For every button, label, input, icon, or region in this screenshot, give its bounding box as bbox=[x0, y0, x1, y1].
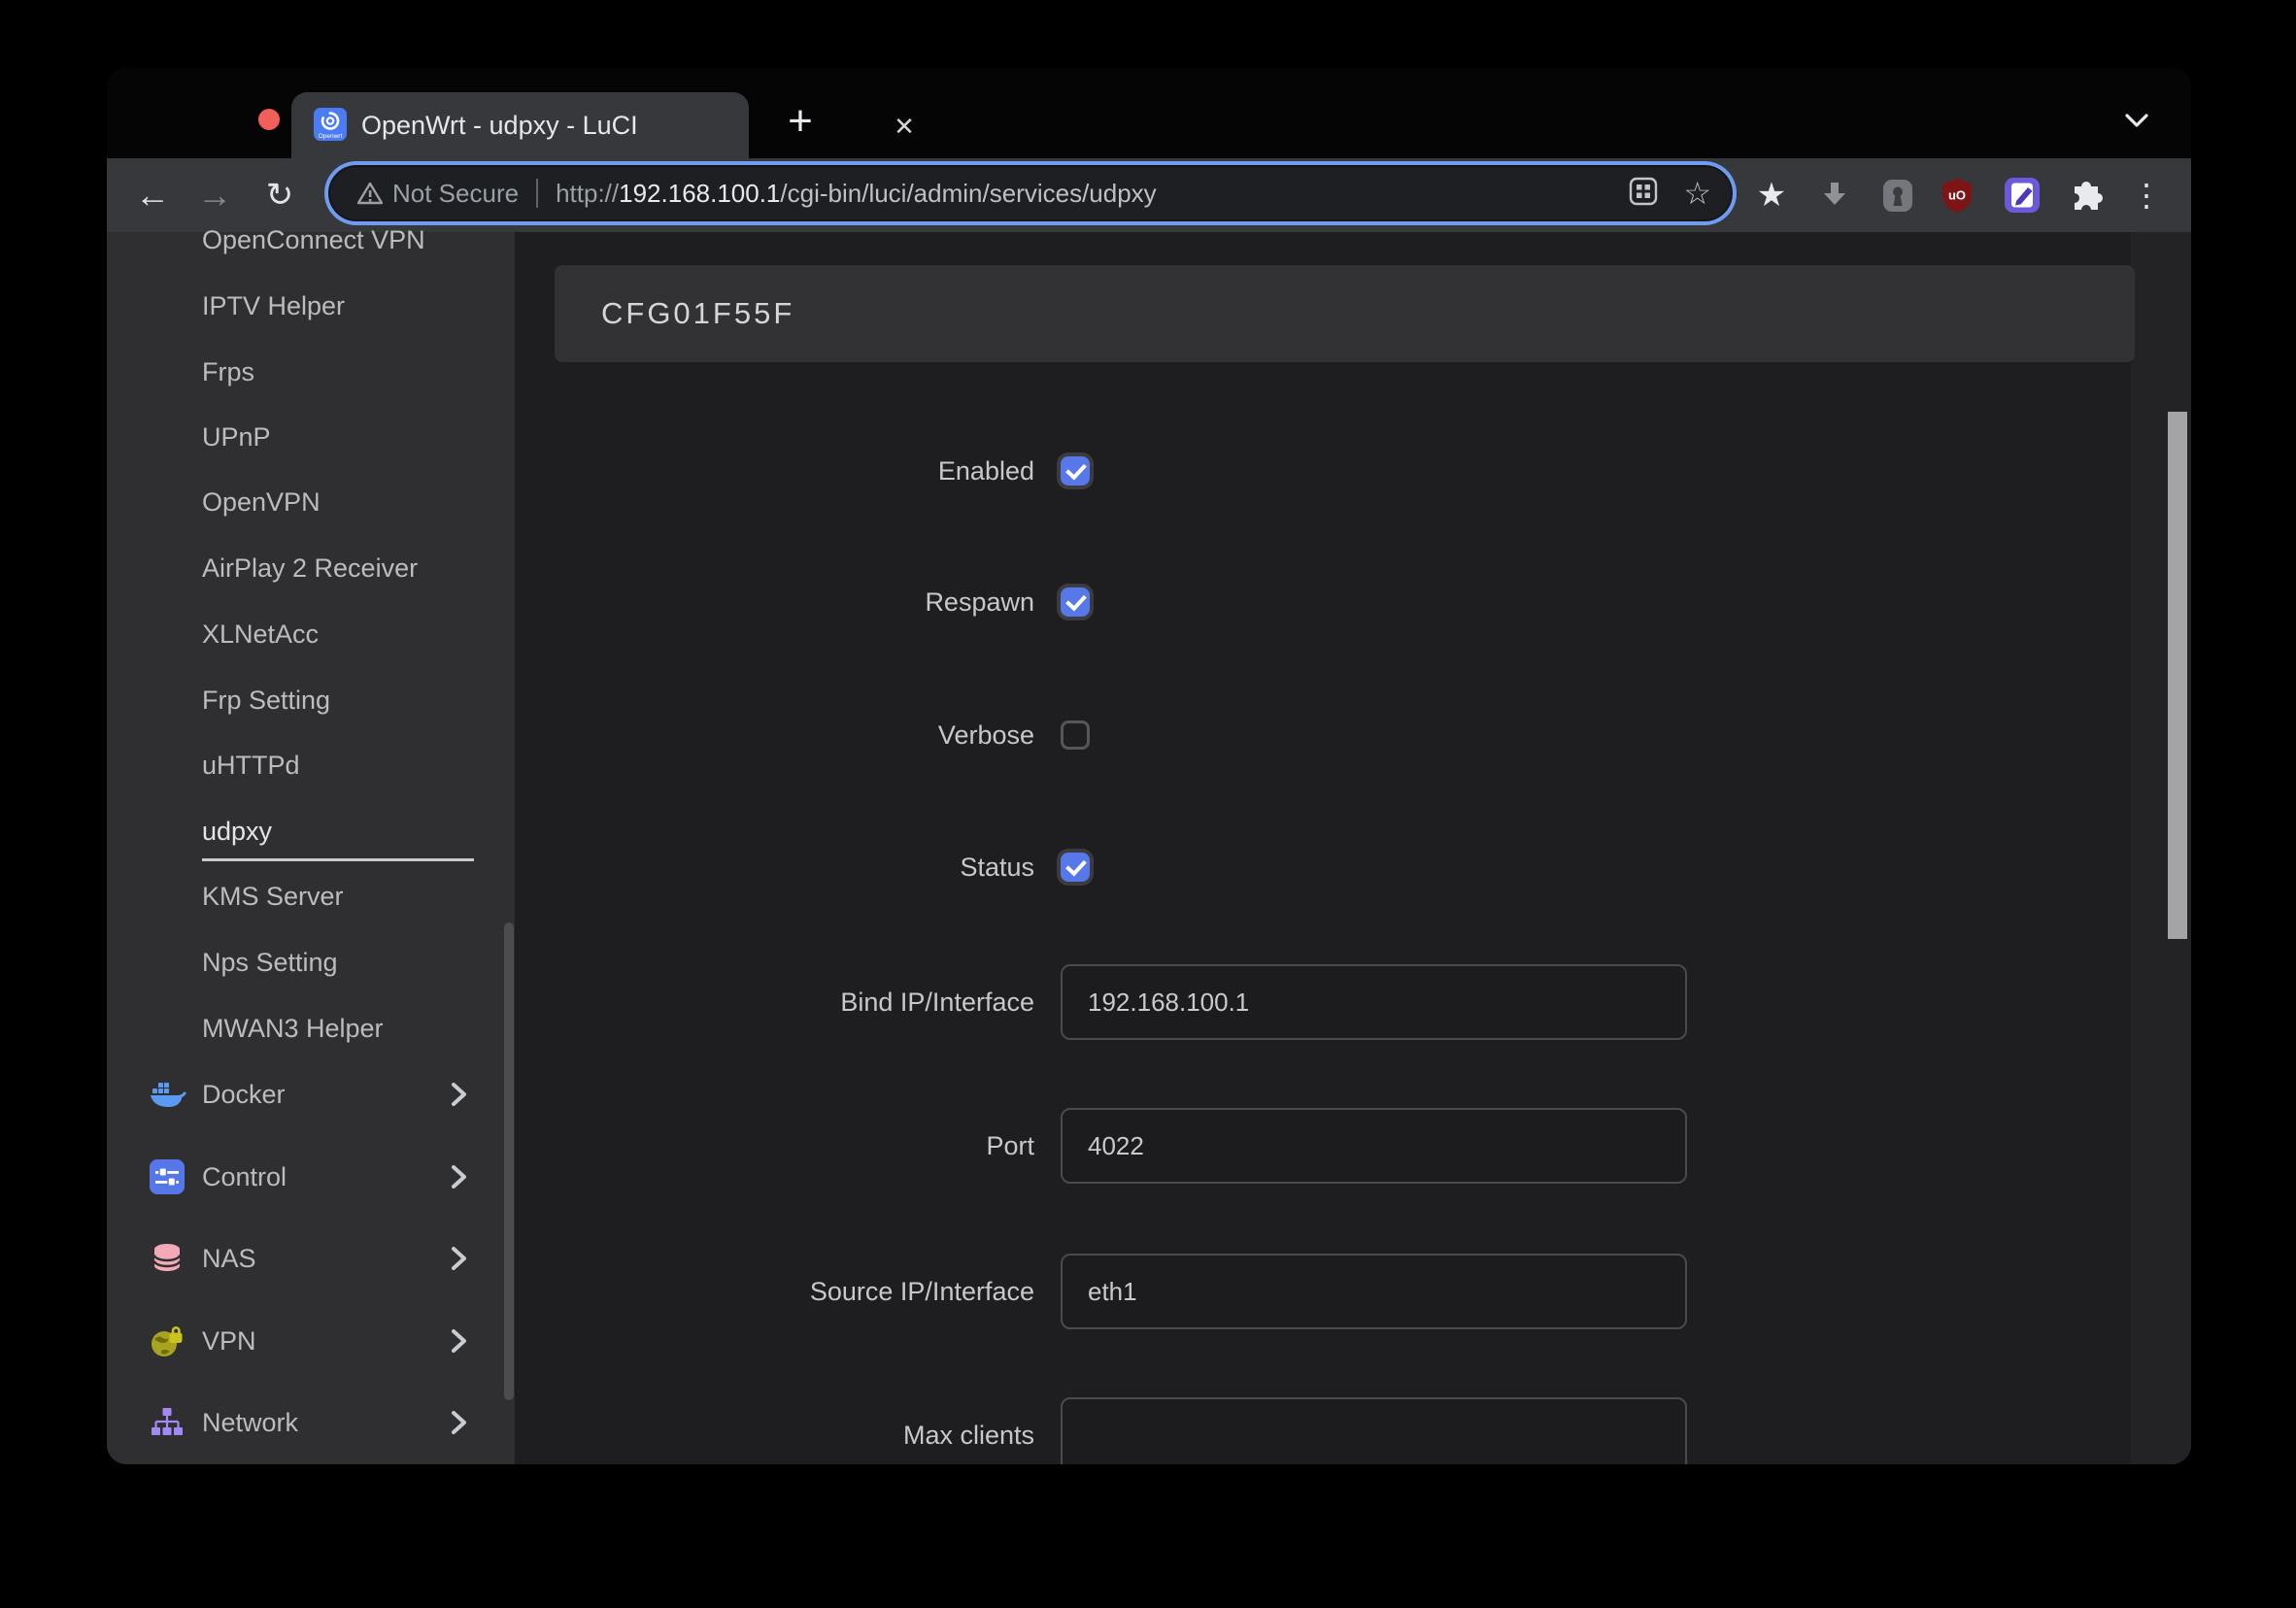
bookmark-star-icon[interactable]: ★ bbox=[1750, 174, 1793, 217]
status-label: Status bbox=[960, 853, 1034, 882]
docker-icon bbox=[150, 1077, 186, 1112]
forward-button[interactable]: → bbox=[193, 174, 236, 217]
field-row-enabled: Enabled bbox=[515, 432, 2191, 510]
address-bar[interactable]: Not Secure http://192.168.100.1/cgi-bin/… bbox=[328, 165, 1733, 221]
chevron-right-icon bbox=[449, 1244, 470, 1273]
chevron-right-icon bbox=[449, 1326, 470, 1356]
respawn-label: Respawn bbox=[925, 587, 1034, 617]
not-secure-warning-icon bbox=[356, 182, 384, 210]
tab-close-icon[interactable]: ✕ bbox=[887, 109, 922, 144]
active-item-underline bbox=[202, 858, 474, 861]
chevron-right-icon bbox=[449, 1080, 470, 1109]
menu-dots-icon[interactable]: ⋮ bbox=[2125, 174, 2168, 217]
field-row-port: Port bbox=[515, 1107, 2191, 1185]
status-checkbox[interactable] bbox=[1061, 853, 1090, 882]
field-row-source-ip: Source IP/Interface bbox=[515, 1253, 2191, 1330]
verbose-checkbox[interactable] bbox=[1061, 720, 1090, 750]
sidebar-item-udpxy[interactable]: udpxy bbox=[107, 808, 515, 861]
tab-strip: Openwrt OpenWrt - udpxy - LuCI ✕ + bbox=[107, 68, 2191, 158]
url-path: /cgi-bin/luci/admin/services/udpxy bbox=[780, 178, 1157, 208]
password-keyhole-icon[interactable] bbox=[1876, 174, 1919, 217]
sidebar-item-openconnect-vpn[interactable]: OpenConnect VPN bbox=[107, 217, 515, 263]
field-row-respawn: Respawn bbox=[515, 563, 2191, 641]
sidebar-item-nas[interactable]: NAS bbox=[107, 1235, 515, 1282]
enabled-checkbox[interactable] bbox=[1061, 456, 1090, 486]
max-clients-label: Max clients bbox=[902, 1421, 1034, 1450]
url-scheme: http:// bbox=[556, 178, 620, 208]
sidebar-item-mwan3-helper[interactable]: MWAN3 Helper bbox=[107, 1005, 515, 1052]
ublock-shield-icon[interactable]: uO bbox=[1936, 174, 1978, 217]
sidebar-item-openvpn[interactable]: OpenVPN bbox=[107, 479, 515, 525]
reload-button[interactable]: ↻ bbox=[258, 174, 301, 217]
close-window-button[interactable] bbox=[258, 109, 280, 130]
chevron-right-icon bbox=[449, 1408, 470, 1437]
sidebar-item-frps[interactable]: Frps bbox=[107, 349, 515, 395]
openwrt-favicon-icon: Openwrt bbox=[314, 108, 347, 141]
sidebar-item-frp-setting[interactable]: Frp Setting bbox=[107, 677, 515, 723]
main-panel: CFG01F55F Enabled Respawn Verbose Status… bbox=[515, 232, 2191, 1464]
enabled-label: Enabled bbox=[937, 456, 1034, 486]
tab-grid-icon[interactable] bbox=[1629, 177, 1658, 211]
field-row-status: Status bbox=[515, 828, 2191, 906]
field-row-verbose: Verbose bbox=[515, 696, 2191, 774]
vpn-icon bbox=[150, 1323, 186, 1358]
sidebar-item-docker[interactable]: Docker bbox=[107, 1071, 515, 1118]
url-host: 192.168.100.1 bbox=[619, 178, 781, 208]
field-row-bind-ip: Bind IP/Interface bbox=[515, 963, 2191, 1041]
port-input[interactable] bbox=[1061, 1108, 1687, 1184]
sidebar-item-vpn[interactable]: VPN bbox=[107, 1318, 515, 1364]
url-divider bbox=[536, 179, 539, 208]
port-label: Port bbox=[986, 1131, 1034, 1160]
sidebar-item-iptv-helper[interactable]: IPTV Helper bbox=[107, 283, 515, 329]
browser-tab[interactable]: Openwrt OpenWrt - udpxy - LuCI ✕ bbox=[291, 92, 915, 158]
sidebar-item-uhttpd[interactable]: uHTTPd bbox=[107, 742, 515, 788]
nas-icon bbox=[150, 1241, 186, 1276]
download-arrow-icon[interactable] bbox=[1813, 174, 1856, 217]
url-text[interactable]: http://192.168.100.1/cgi-bin/luci/admin/… bbox=[556, 179, 1157, 209]
sidebar-item-control[interactable]: Control bbox=[107, 1154, 515, 1200]
back-button[interactable]: ← bbox=[131, 174, 174, 217]
edit-extension-icon[interactable] bbox=[2001, 174, 2043, 217]
bookmark-this-tab-icon[interactable]: ☆ bbox=[1683, 178, 1711, 209]
page-content: OpenConnect VPN IPTV Helper Frps UPnP Op… bbox=[107, 225, 2191, 1464]
not-secure-label[interactable]: Not Secure bbox=[392, 179, 519, 209]
source-ip-input[interactable] bbox=[1061, 1254, 1687, 1329]
network-icon bbox=[150, 1405, 186, 1440]
tab-title: OpenWrt - udpxy - LuCI bbox=[361, 111, 638, 140]
svg-text:Openwrt: Openwrt bbox=[319, 133, 343, 140]
sidebar-scrollbar-thumb[interactable] bbox=[504, 922, 514, 1400]
config-section-title: CFG01F55F bbox=[601, 296, 795, 330]
new-tab-button[interactable]: + bbox=[779, 100, 822, 145]
chevron-right-icon bbox=[449, 1162, 470, 1191]
sidebar-item-xlnetacc[interactable]: XLNetAcc bbox=[107, 611, 515, 657]
svg-text:uO: uO bbox=[1948, 188, 1966, 203]
field-row-max-clients: Max clients bbox=[515, 1396, 2191, 1464]
sidebar-item-network[interactable]: Network bbox=[107, 1399, 515, 1446]
sidebar-item-airplay-2-receiver[interactable]: AirPlay 2 Receiver bbox=[107, 545, 515, 591]
bind-ip-input[interactable] bbox=[1061, 964, 1687, 1040]
control-icon bbox=[150, 1159, 186, 1194]
sidebar-item-upnp[interactable]: UPnP bbox=[107, 414, 515, 460]
max-clients-input[interactable] bbox=[1061, 1397, 1687, 1464]
respawn-checkbox[interactable] bbox=[1061, 587, 1090, 617]
tab-search-chevron-icon[interactable] bbox=[2123, 109, 2150, 132]
verbose-label: Verbose bbox=[937, 720, 1034, 750]
config-section-header: CFG01F55F bbox=[555, 265, 2135, 362]
bind-ip-label: Bind IP/Interface bbox=[840, 988, 1034, 1017]
sidebar-nav: OpenConnect VPN IPTV Helper Frps UPnP Op… bbox=[107, 225, 515, 1464]
sidebar-item-nps-setting[interactable]: Nps Setting bbox=[107, 939, 515, 986]
puzzle-extensions-icon[interactable] bbox=[2064, 174, 2107, 217]
source-ip-label: Source IP/Interface bbox=[809, 1277, 1034, 1306]
browser-window: Openwrt OpenWrt - udpxy - LuCI ✕ + ← → ↻… bbox=[107, 68, 2191, 1464]
sidebar-item-kms-server[interactable]: KMS Server bbox=[107, 873, 515, 920]
